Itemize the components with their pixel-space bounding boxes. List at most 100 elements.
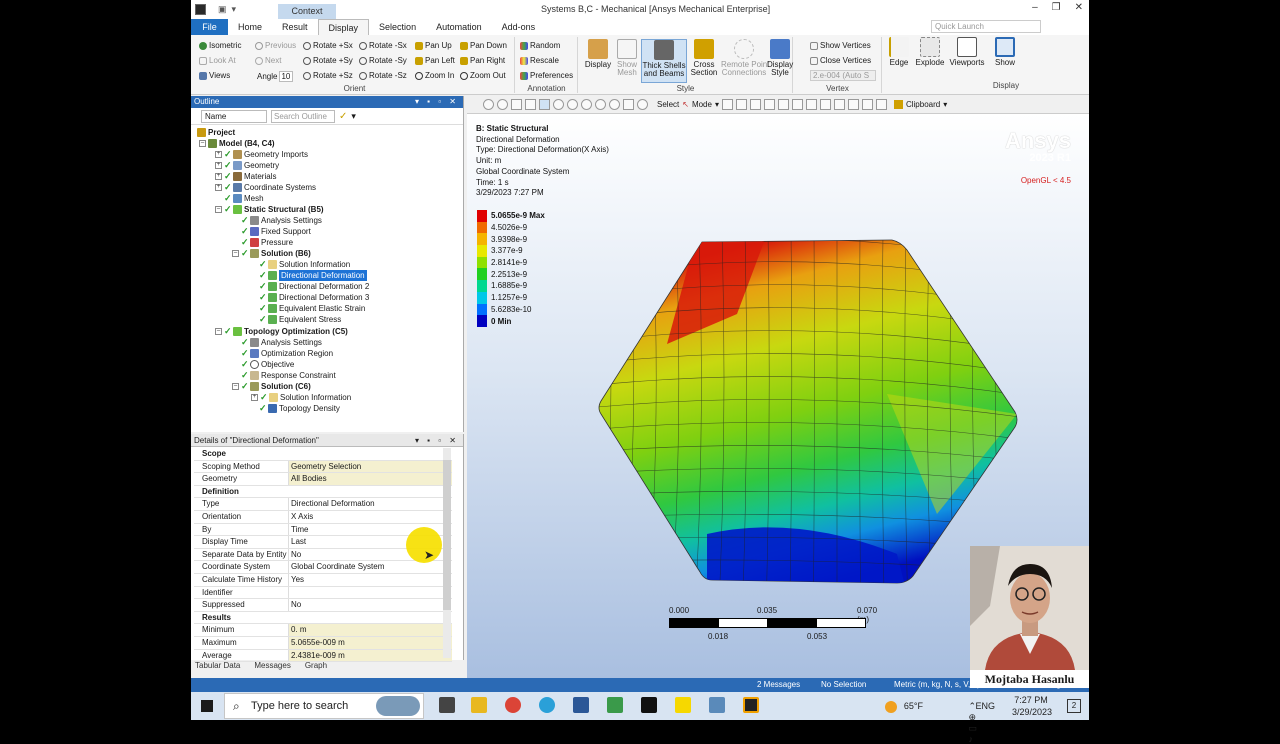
extend-icon[interactable] — [819, 99, 831, 110]
rotate-plus-sx-button[interactable]: Rotate +Sx — [303, 41, 353, 50]
clock-date[interactable]: 3/29/2023 — [1007, 707, 1057, 717]
angle-input[interactable]: 10 — [279, 71, 294, 82]
zoom-out-icon[interactable] — [609, 99, 620, 110]
filter-dropdown-icon[interactable]: ▾ — [351, 111, 356, 122]
tree-node-solution-b6[interactable]: – ✓ Solution (B6) — [232, 248, 311, 259]
tab-graph[interactable]: Graph — [305, 660, 327, 678]
box-icon[interactable] — [511, 99, 522, 110]
details-value[interactable]: Global Coordinate System — [289, 561, 452, 573]
tree-node-materials[interactable]: + ✓ Materials — [215, 171, 276, 182]
zoom-out-button[interactable]: Zoom Out — [460, 71, 506, 80]
details-value[interactable]: Geometry Selection — [289, 460, 452, 473]
select-face-icon[interactable] — [749, 99, 761, 110]
pan-up-button[interactable]: Pan Up — [415, 41, 452, 50]
panel-controls[interactable]: ▾ ▪ ▫ ✕ — [415, 96, 459, 108]
tree-node-coordinate-systems[interactable]: + ✓ Coordinate Systems — [215, 182, 316, 193]
outline-filter-select[interactable]: Name — [201, 109, 267, 123]
mechanical-icon[interactable] — [743, 697, 759, 713]
select-element-icon[interactable] — [791, 99, 803, 110]
hide-icon[interactable] — [847, 99, 859, 110]
tree-node-directional-deformation[interactable]: ✓ Directional Deformation — [259, 270, 367, 281]
tree-node-optimization-region[interactable]: ✓ Optimization Region — [241, 348, 333, 359]
mode-dropdown-icon[interactable]: ▾ — [715, 100, 719, 109]
details-row[interactable]: Identifier — [194, 586, 452, 600]
zoom-icon[interactable] — [497, 99, 508, 110]
details-value[interactable]: Directional Deformation — [289, 498, 452, 510]
save-icon[interactable]: ▣ — [218, 4, 227, 15]
details-row[interactable]: Suppressed No — [194, 599, 452, 612]
clipboard-dropdown-icon[interactable]: ▾ — [943, 100, 947, 109]
quick-launch-input[interactable]: Quick Launch — [931, 20, 1041, 33]
tree-node-geometry-imports[interactable]: + ✓ Geometry Imports — [215, 149, 308, 160]
thick-shells-button[interactable]: Thick Shells and Beams — [641, 39, 687, 83]
details-value[interactable]: Yes — [289, 574, 452, 586]
extend-icon[interactable] — [805, 99, 817, 110]
app-icon[interactable] — [709, 697, 725, 713]
select-node-icon[interactable] — [777, 99, 789, 110]
details-row[interactable]: Scoping Method Geometry Selection — [194, 460, 452, 474]
expand-icon[interactable]: + — [215, 184, 222, 191]
rotate-plus-sy-button[interactable]: Rotate +Sy — [303, 56, 353, 65]
tree-node-topology-density[interactable]: ✓ Topology Density — [259, 403, 340, 414]
qa-dropdown-icon[interactable]: ▾ — [232, 4, 237, 15]
show-button[interactable]: Show — [990, 37, 1020, 67]
expand-icon[interactable]: + — [215, 162, 222, 169]
tab-tabular-data[interactable]: Tabular Data — [195, 660, 240, 678]
display-style-button[interactable]: Display Style — [767, 39, 793, 77]
collapse-icon[interactable]: – — [232, 383, 239, 390]
look-at-button[interactable]: Look At — [199, 56, 236, 65]
language-indicator[interactable]: ENG — [975, 701, 995, 711]
rotate-minus-sz-button[interactable]: Rotate -Sz — [359, 71, 407, 80]
tree-node-directional-deformation-2[interactable]: ✓ Directional Deformation 2 — [259, 281, 369, 292]
details-row[interactable]: Minimum 0. m — [194, 624, 452, 637]
pan-right-button[interactable]: Pan Right — [460, 56, 505, 65]
tree-node-solution-information[interactable]: ✓ Solution Information — [259, 259, 350, 270]
cross-section-button[interactable]: Cross Section — [689, 39, 719, 77]
zoom-fit-icon[interactable] — [581, 99, 592, 110]
magnify-icon[interactable] — [637, 99, 648, 110]
views-button[interactable]: Views — [199, 71, 230, 80]
tab-home[interactable]: Home — [228, 19, 272, 35]
details-row[interactable]: Orientation X Axis — [194, 510, 452, 524]
tab-display[interactable]: Display — [317, 19, 370, 35]
tree-node-model[interactable]: – Model (B4, C4) — [199, 138, 275, 149]
notification-icon[interactable]: 2 — [1067, 699, 1081, 713]
tab-automation[interactable]: Automation — [426, 19, 492, 35]
task-view-icon[interactable] — [439, 697, 455, 713]
tree-node-pressure[interactable]: ✓ Pressure — [241, 237, 293, 248]
tree-node-analysis-settings-c[interactable]: ✓ Analysis Settings — [241, 337, 322, 348]
details-value[interactable]: X Axis — [289, 511, 452, 523]
rotate-plus-sz-button[interactable]: Rotate +Sz — [303, 71, 353, 80]
outline-search-input[interactable]: Search Outline — [271, 109, 335, 123]
zoom-in-button[interactable]: Zoom In — [415, 71, 454, 80]
pan-icon[interactable] — [553, 99, 564, 110]
pan-down-button[interactable]: Pan Down — [460, 41, 507, 50]
details-value[interactable]: 5.0655e-009 m — [289, 636, 452, 649]
previous-button[interactable]: Previous — [255, 41, 296, 50]
remote-point-button[interactable]: Remote Point Connections — [721, 39, 769, 77]
filter-check-icon[interactable]: ✓ — [339, 111, 347, 122]
vertex-tolerance-select[interactable]: 2.e-004 (Auto S — [810, 70, 876, 81]
tab-file[interactable]: File — [191, 19, 228, 35]
select-button[interactable]: Select — [657, 100, 679, 109]
expand-icon[interactable]: + — [215, 151, 222, 158]
tab-messages[interactable]: Messages — [254, 660, 290, 678]
viewports-button[interactable]: Viewports — [948, 37, 986, 67]
details-value[interactable]: All Bodies — [289, 473, 452, 485]
tree-node-equivalent-elastic-strain[interactable]: ✓ Equivalent Elastic Strain — [259, 303, 365, 314]
explode-button[interactable]: Explode — [914, 37, 946, 67]
tree-node-project[interactable]: Project — [197, 127, 235, 138]
select-all-icon[interactable] — [833, 99, 845, 110]
show-mesh-button[interactable]: Show Mesh — [615, 39, 639, 77]
weather-temp[interactable]: 65°F — [904, 701, 923, 711]
tree-node-topology-optimization[interactable]: – ✓ Topology Optimization (C5) — [215, 326, 348, 337]
tree-node-solution-information-c[interactable]: + ✓ Solution Information — [251, 392, 351, 403]
panel-controls[interactable]: ▾ ▪ ▫ ✕ — [415, 434, 459, 447]
rescale-button[interactable]: Rescale — [520, 56, 559, 65]
tree-node-geometry[interactable]: + ✓ Geometry — [215, 160, 279, 171]
details-row[interactable]: Maximum 5.0655e-009 m — [194, 636, 452, 650]
tree-node-fixed-support[interactable]: ✓ Fixed Support — [241, 226, 311, 237]
details-value[interactable]: 0. m — [289, 624, 452, 636]
scrollbar-thumb[interactable] — [443, 460, 451, 610]
tree-node-response-constraint[interactable]: ✓ Response Constraint — [241, 370, 336, 381]
